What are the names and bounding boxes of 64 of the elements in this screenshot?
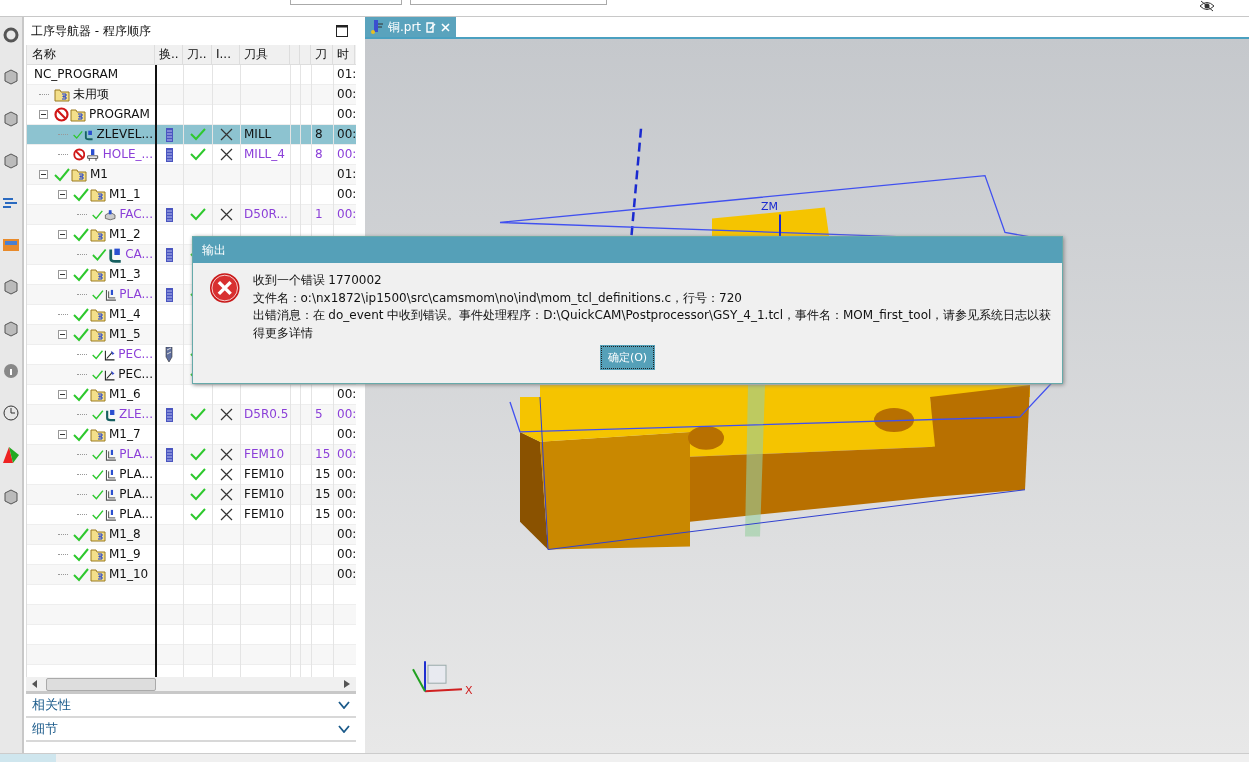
- operation-name: M1_6: [108, 386, 142, 403]
- operation-name: M1_1: [108, 186, 142, 203]
- tool-number: 1: [315, 206, 323, 223]
- machining-time: 00:: [337, 406, 355, 423]
- axis-label: ZM: [761, 200, 779, 213]
- operation-name: M1_2: [108, 226, 142, 243]
- operation-name: M1_4: [108, 306, 142, 323]
- tool-name: D5R0.5: [244, 406, 289, 423]
- operation-name: PEC...: [117, 346, 154, 363]
- machining-time: 00:: [337, 186, 355, 203]
- operation-name: ZLE...: [118, 406, 154, 423]
- tool-number: 15: [315, 446, 331, 463]
- operation-name: HOLE_...: [101, 146, 154, 163]
- tool-name: FEM10: [244, 506, 285, 523]
- machining-time: 00:: [337, 106, 355, 123]
- machining-time: 00:: [337, 126, 355, 143]
- operation-name: NC_PROGRAM: [33, 66, 120, 83]
- panel-title: 工序导航器 - 程序顺序: [31, 22, 151, 40]
- dialog-title: 输出: [193, 237, 1062, 263]
- operation-name: ZLEVEL...: [95, 126, 154, 143]
- operation-name: M1_8: [108, 526, 142, 543]
- tool-number: 8: [315, 146, 323, 163]
- machining-time: 00:: [337, 486, 355, 503]
- operation-name: PLA...: [118, 466, 154, 483]
- machining-time: 00:: [337, 206, 355, 223]
- operation-name: PEC...: [117, 366, 154, 383]
- tool-name: MILL: [244, 126, 272, 143]
- machining-time: 00:: [337, 386, 355, 403]
- machining-time: 01:: [337, 66, 355, 83]
- operation-name: 未用项: [72, 86, 110, 103]
- machining-time: 00:: [337, 506, 355, 523]
- tool-number: 15: [315, 506, 331, 523]
- machining-time: 00:: [337, 426, 355, 443]
- operation-name: M1_10: [108, 566, 150, 583]
- machining-time: 00:: [337, 466, 355, 483]
- tool-name: D50R...: [244, 206, 288, 223]
- operation-name: FAC...: [118, 206, 154, 223]
- operation-name: PLA...: [118, 506, 154, 523]
- operation-name: PLA...: [118, 446, 154, 463]
- operation-name: M1_5: [108, 326, 142, 343]
- machining-time: 00:: [337, 546, 355, 563]
- tool-name: FEM10: [244, 446, 285, 463]
- tool-number: 15: [315, 466, 331, 483]
- operation-name: M1_7: [108, 426, 142, 443]
- axis-label: X: [465, 684, 473, 697]
- tool-number: 5: [315, 406, 323, 423]
- tool-name: MILL_4: [244, 146, 285, 163]
- operation-name: M1_3: [108, 266, 142, 283]
- operation-name: PROGRAM: [88, 106, 151, 123]
- tool-name: FEM10: [244, 466, 285, 483]
- operation-name: PLA...: [118, 286, 154, 303]
- machining-time: 00:: [337, 526, 355, 543]
- machining-time: 00:: [337, 446, 355, 463]
- tool-name: FEM10: [244, 486, 285, 503]
- tool-number: 15: [315, 486, 331, 503]
- tool-number: 8: [315, 126, 323, 143]
- machining-time: 00:: [337, 86, 355, 103]
- machining-time: 00:: [337, 566, 355, 583]
- operation-name: PLA...: [118, 486, 154, 503]
- machining-time: 00:: [337, 146, 355, 163]
- operation-name: M1: [89, 166, 109, 183]
- machining-time: 01:: [337, 166, 355, 183]
- operation-name: M1_9: [108, 546, 142, 563]
- operation-name: CA...: [124, 246, 154, 263]
